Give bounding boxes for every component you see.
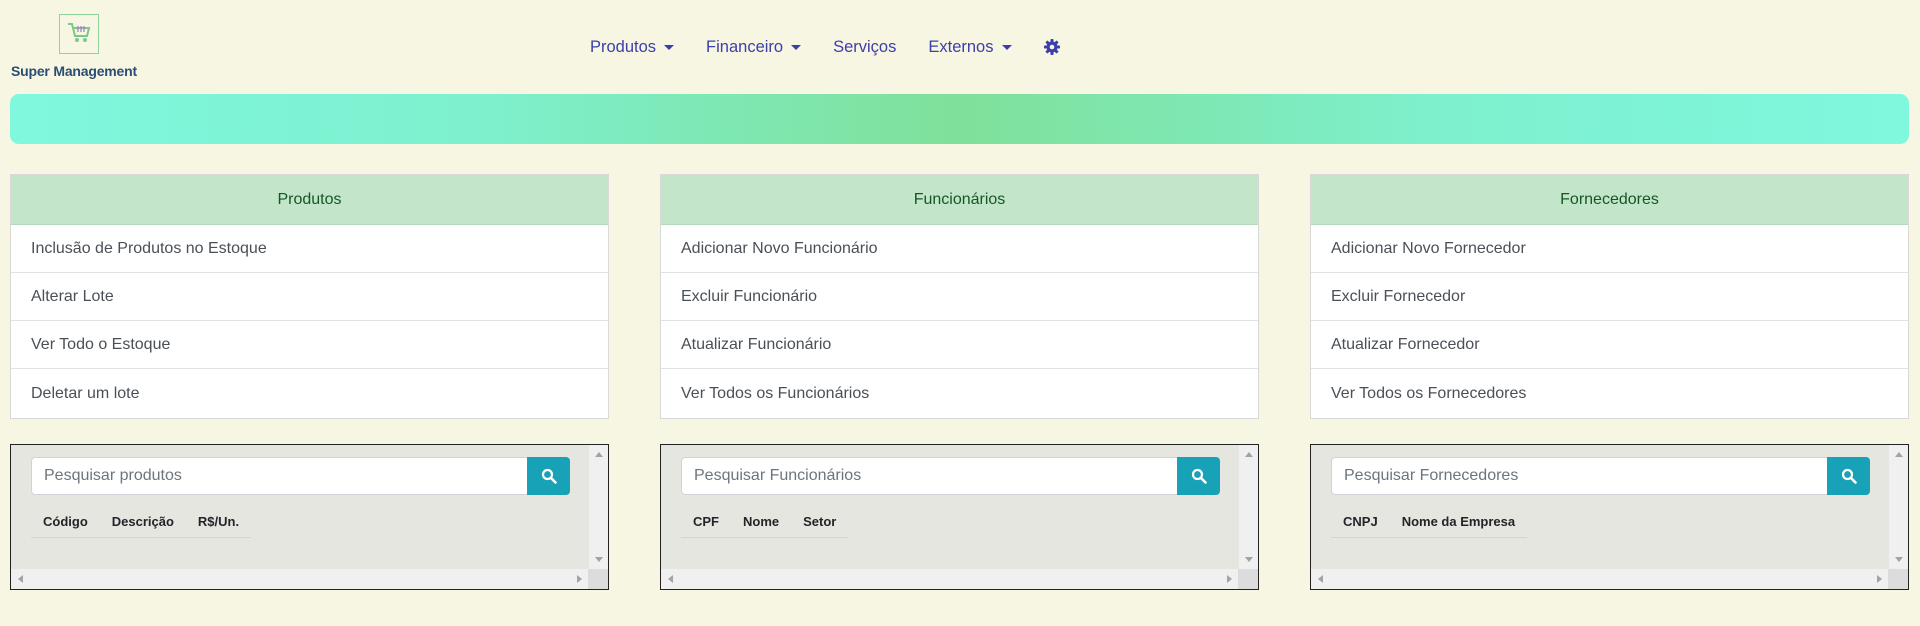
logo-badge: [59, 14, 99, 54]
nav-servicos-link[interactable]: Serviços: [833, 38, 896, 57]
scroll-left-icon[interactable]: [1318, 575, 1323, 583]
search-panel-produtos: Código Descrição R$/Un.: [10, 444, 609, 590]
list-item[interactable]: Excluir Funcionário: [661, 273, 1258, 321]
search-button[interactable]: [1177, 457, 1220, 495]
column-header[interactable]: Setor: [791, 514, 848, 529]
search-group: [681, 457, 1220, 495]
shopping-cart-icon: [68, 23, 91, 42]
nav-label: Financeiro: [706, 37, 784, 56]
search-button[interactable]: [1827, 457, 1870, 495]
gear-icon: [1043, 39, 1060, 55]
search-panel-funcionarios: CPF Nome Setor: [660, 444, 1259, 590]
scroll-left-icon[interactable]: [668, 575, 673, 583]
list-item[interactable]: Adicionar Novo Fornecedor: [1311, 225, 1908, 273]
caret-down-icon: [791, 44, 802, 50]
list-item[interactable]: Adicionar Novo Funcionário: [661, 225, 1258, 273]
card-produtos: Produtos Inclusão de Produtos no Estoque…: [10, 174, 609, 419]
card-title: Funcionários: [661, 175, 1258, 225]
card-title: Fornecedores: [1311, 175, 1908, 225]
list-item[interactable]: Ver Todo o Estoque: [11, 321, 608, 369]
search-input[interactable]: [681, 457, 1177, 495]
scroll-down-icon[interactable]: [1245, 557, 1253, 562]
horizontal-scrollbar[interactable]: [1311, 569, 1889, 589]
table-header: CNPJ Nome da Empresa: [1331, 505, 1528, 538]
card-title: Produtos: [11, 175, 608, 225]
table-header: CPF Nome Setor: [681, 505, 849, 538]
horizontal-scrollbar[interactable]: [661, 569, 1239, 589]
scroll-corner: [1238, 569, 1258, 589]
search-icon: [1841, 468, 1857, 484]
list-item[interactable]: Inclusão de Produtos no Estoque: [11, 225, 608, 273]
list-item[interactable]: Ver Todos os Fornecedores: [1311, 369, 1908, 418]
card-fornecedores: Fornecedores Adicionar Novo Fornecedor E…: [1310, 174, 1909, 419]
vertical-scrollbar[interactable]: [589, 445, 608, 569]
nav-label: Serviços: [833, 37, 897, 56]
search-input[interactable]: [31, 457, 527, 495]
column-header[interactable]: Nome da Empresa: [1390, 514, 1527, 529]
list-item[interactable]: Ver Todos os Funcionários: [661, 369, 1258, 418]
nav-produtos-dropdown[interactable]: Produtos: [590, 37, 675, 57]
scroll-down-icon[interactable]: [595, 557, 603, 562]
nav-financeiro-dropdown[interactable]: Financeiro: [706, 37, 802, 57]
search-panel-fornecedores: CNPJ Nome da Empresa: [1310, 444, 1909, 590]
caret-down-icon: [1001, 44, 1012, 50]
hero-banner: [10, 94, 1909, 144]
scroll-corner: [1888, 569, 1908, 589]
scroll-right-icon[interactable]: [1877, 575, 1882, 583]
horizontal-scrollbar[interactable]: [11, 569, 589, 589]
nav-label: Externos: [928, 37, 994, 56]
brand-name: Super Management: [11, 63, 137, 79]
scroll-up-icon[interactable]: [1895, 452, 1903, 457]
scroll-right-icon[interactable]: [1227, 575, 1232, 583]
search-group: [1331, 457, 1870, 495]
column-header[interactable]: Descrição: [100, 514, 186, 529]
list-item[interactable]: Deletar um lote: [11, 369, 608, 418]
search-icon: [1191, 468, 1207, 484]
nav-label: Produtos: [590, 37, 657, 56]
main-nav: Produtos Financeiro Serviços Externos: [590, 36, 1060, 58]
scroll-up-icon[interactable]: [1245, 452, 1253, 457]
vertical-scrollbar[interactable]: [1889, 445, 1908, 569]
scroll-left-icon[interactable]: [18, 575, 23, 583]
column-header[interactable]: Nome: [731, 514, 791, 529]
column-header[interactable]: Código: [31, 514, 100, 529]
nav-externos-dropdown[interactable]: Externos: [928, 37, 1012, 57]
list-item[interactable]: Excluir Fornecedor: [1311, 273, 1908, 321]
list-item[interactable]: Atualizar Funcionário: [661, 321, 1258, 369]
column-header[interactable]: CNPJ: [1331, 514, 1390, 529]
card-funcionarios: Funcionários Adicionar Novo Funcionário …: [660, 174, 1259, 419]
list-item[interactable]: Atualizar Fornecedor: [1311, 321, 1908, 369]
scroll-right-icon[interactable]: [577, 575, 582, 583]
caret-down-icon: [664, 44, 675, 50]
settings-button[interactable]: [1043, 39, 1060, 55]
search-group: [31, 457, 570, 495]
table-header: Código Descrição R$/Un.: [31, 505, 252, 538]
column-header[interactable]: R$/Un.: [186, 514, 251, 529]
vertical-scrollbar[interactable]: [1239, 445, 1258, 569]
scroll-up-icon[interactable]: [595, 452, 603, 457]
list-item[interactable]: Alterar Lote: [11, 273, 608, 321]
scroll-down-icon[interactable]: [1895, 557, 1903, 562]
search-button[interactable]: [527, 457, 570, 495]
column-header[interactable]: CPF: [681, 514, 731, 529]
search-input[interactable]: [1331, 457, 1827, 495]
logo[interactable]: Super Management: [11, 13, 151, 83]
scroll-corner: [588, 569, 608, 589]
search-icon: [541, 468, 557, 484]
